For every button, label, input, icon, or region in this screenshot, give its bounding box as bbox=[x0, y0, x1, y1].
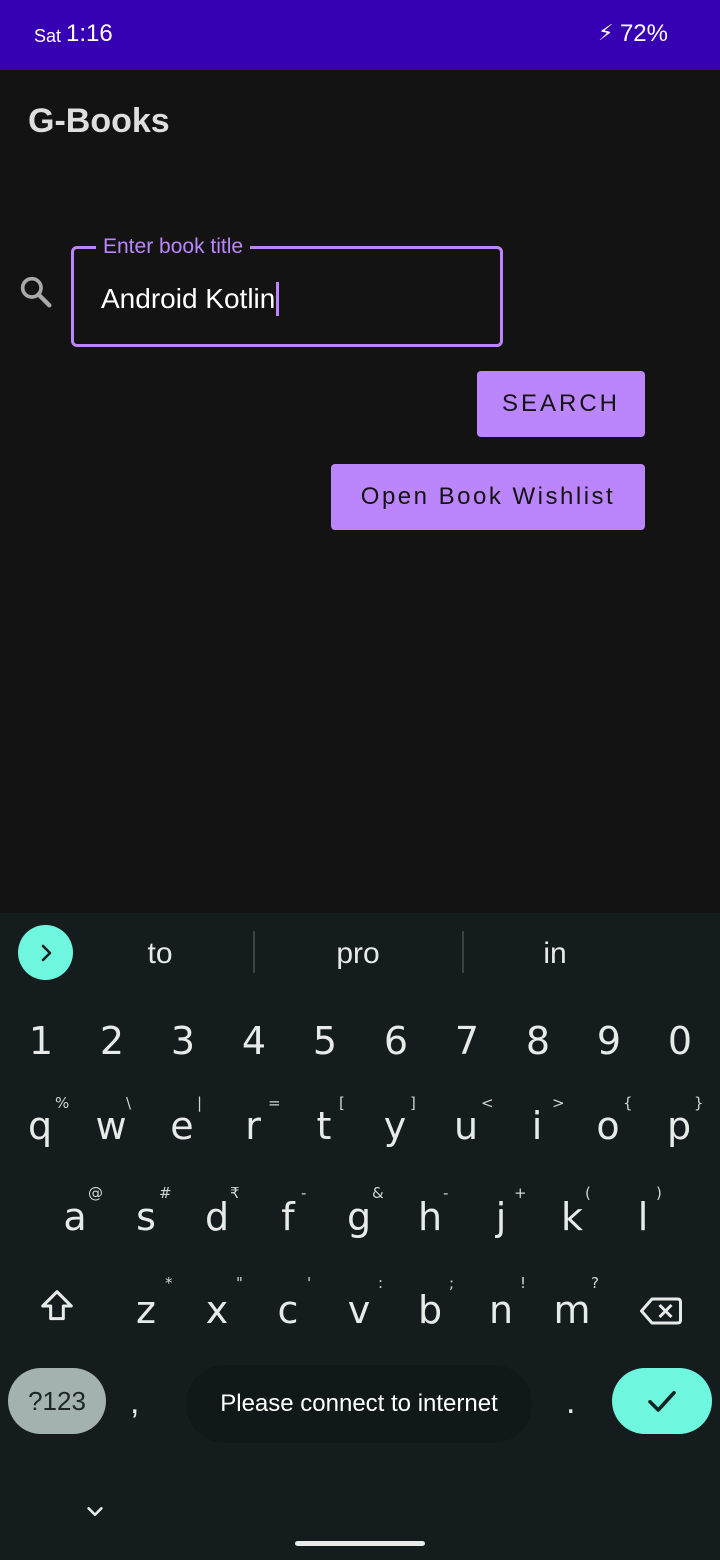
status-day: Sat bbox=[34, 26, 62, 46]
key-hint-m: ? bbox=[591, 1274, 599, 1292]
key-hint-w: \ bbox=[126, 1094, 132, 1112]
key-hint-r: = bbox=[268, 1094, 281, 1112]
key-hint-p: } bbox=[694, 1094, 704, 1112]
chevron-right-icon bbox=[41, 944, 51, 961]
comma-key[interactable]: , bbox=[130, 1383, 139, 1422]
key-6[interactable]: 6 bbox=[361, 1019, 431, 1063]
charging-icon: ⚡ bbox=[598, 20, 614, 45]
key-9[interactable]: 9 bbox=[574, 1019, 644, 1063]
suggestion-3[interactable]: in bbox=[480, 937, 630, 971]
key-x[interactable]: x bbox=[182, 1288, 252, 1332]
key-hint-b: ; bbox=[449, 1274, 455, 1292]
key-hint-j: + bbox=[514, 1184, 527, 1202]
check-icon bbox=[648, 1390, 676, 1412]
key-hint-x: " bbox=[236, 1274, 243, 1292]
key-5[interactable]: 5 bbox=[290, 1019, 360, 1063]
key-hint-c: ' bbox=[307, 1274, 312, 1292]
key-n[interactable]: n bbox=[466, 1288, 536, 1332]
key-hint-y: ] bbox=[410, 1094, 416, 1112]
key-h[interactable]: h bbox=[395, 1195, 465, 1239]
suggestion-divider bbox=[462, 931, 464, 973]
status-bar: Sat 1:16 ⚡ 72% bbox=[0, 0, 720, 70]
open-wishlist-button[interactable]: Open Book Wishlist bbox=[331, 464, 645, 530]
key-0[interactable]: 0 bbox=[645, 1019, 715, 1063]
text-caret bbox=[276, 281, 280, 316]
key-z[interactable]: z bbox=[111, 1288, 181, 1332]
key-hint-z: * bbox=[165, 1274, 173, 1292]
app-title: G-Books bbox=[28, 102, 170, 140]
space-key[interactable]: Please connect to internet bbox=[186, 1365, 532, 1443]
home-indicator[interactable] bbox=[295, 1541, 425, 1546]
key-7[interactable]: 7 bbox=[432, 1019, 502, 1063]
period-key[interactable]: . bbox=[566, 1383, 575, 1422]
book-title-input[interactable]: Android Kotlin bbox=[101, 281, 280, 316]
key-hint-l: ) bbox=[656, 1184, 662, 1202]
key-3[interactable]: 3 bbox=[148, 1019, 218, 1063]
key-hint-u: < bbox=[481, 1094, 494, 1112]
chevron-down-icon[interactable] bbox=[84, 1501, 106, 1523]
key-hint-o: { bbox=[623, 1094, 633, 1112]
book-title-field[interactable]: Enter book title Android Kotlin bbox=[71, 235, 503, 347]
key-m[interactable]: m bbox=[537, 1288, 607, 1332]
key-hint-g: & bbox=[372, 1184, 384, 1202]
key-f[interactable]: f bbox=[253, 1195, 323, 1239]
key-hint-n: ! bbox=[520, 1274, 527, 1292]
key-w[interactable]: w bbox=[76, 1104, 146, 1148]
key-l[interactable]: l bbox=[608, 1195, 678, 1239]
key-hint-a: @ bbox=[88, 1184, 103, 1202]
enter-key[interactable] bbox=[612, 1368, 712, 1434]
key-hint-v: : bbox=[378, 1274, 384, 1292]
search-button[interactable]: SEARCH bbox=[477, 371, 645, 437]
keyboard: to pro in 1 2 3 4 5 6 7 8 9 0 q% w \ e | r = t[y] u < i > o{p}… bbox=[0, 913, 720, 1560]
symbols-key[interactable]: ?123 bbox=[8, 1368, 106, 1434]
key-8[interactable]: 8 bbox=[503, 1019, 573, 1063]
suggestion-divider bbox=[253, 931, 255, 973]
key-hint-k: ( bbox=[585, 1184, 591, 1202]
key-hint-d: ₹ bbox=[230, 1184, 240, 1202]
key-hint-i: > bbox=[552, 1094, 565, 1112]
key-hint-q: % bbox=[55, 1094, 70, 1112]
key-1[interactable]: 1 bbox=[6, 1019, 76, 1063]
shift-icon[interactable] bbox=[38, 1287, 76, 1325]
key-4[interactable]: 4 bbox=[219, 1019, 289, 1063]
suggestion-toggle-button[interactable] bbox=[18, 925, 73, 980]
key-c[interactable]: c bbox=[253, 1288, 323, 1332]
status-time: 1:16 bbox=[66, 20, 113, 47]
key-hint-h: - bbox=[443, 1184, 449, 1202]
key-b[interactable]: b bbox=[395, 1288, 465, 1332]
key-hint-e: | bbox=[197, 1094, 203, 1112]
suggestion-2[interactable]: pro bbox=[283, 937, 433, 971]
key-v[interactable]: v bbox=[324, 1288, 394, 1332]
key-y[interactable]: y bbox=[360, 1104, 430, 1148]
key-d[interactable]: d bbox=[182, 1195, 252, 1239]
search-icon[interactable] bbox=[16, 272, 56, 312]
backspace-icon[interactable] bbox=[640, 1295, 682, 1327]
toast-message: Please connect to internet bbox=[220, 1390, 498, 1417]
key-hint-f: - bbox=[301, 1184, 307, 1202]
key-k[interactable]: k bbox=[537, 1195, 607, 1239]
key-hint-s: # bbox=[159, 1184, 172, 1202]
key-e[interactable]: e bbox=[147, 1104, 217, 1148]
key-2[interactable]: 2 bbox=[77, 1019, 147, 1063]
key-t[interactable]: t bbox=[289, 1104, 359, 1148]
book-title-label: Enter book title bbox=[96, 235, 251, 259]
battery-level: 72% bbox=[619, 20, 668, 47]
suggestion-1[interactable]: to bbox=[85, 937, 235, 971]
book-title-value: Android Kotlin bbox=[101, 283, 276, 314]
key-hint-t: [ bbox=[339, 1094, 345, 1112]
